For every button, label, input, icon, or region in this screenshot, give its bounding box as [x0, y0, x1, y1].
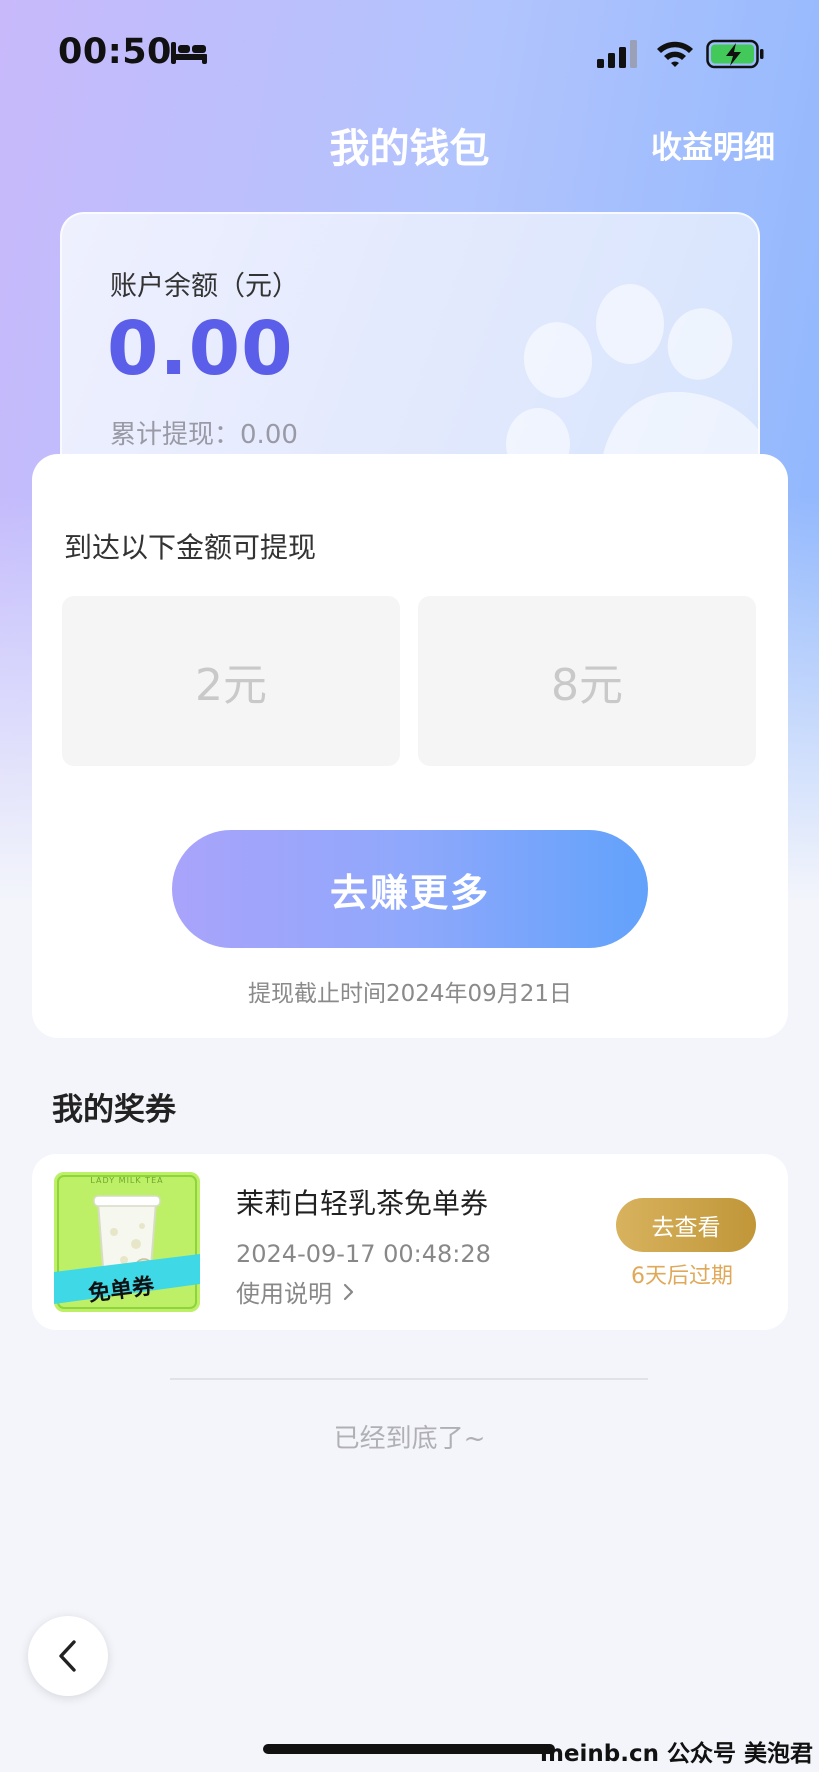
withdraw-deadline: 提现截止时间2024年09月21日	[247, 981, 573, 1007]
home-indicator	[263, 1744, 555, 1754]
earnings-detail-link[interactable]: 收益明细	[651, 122, 775, 167]
view-coupon-button[interactable]: 去查看	[616, 1198, 756, 1252]
wifi-icon	[657, 41, 693, 67]
sleep-focus-icon	[171, 42, 207, 64]
balance-label: 账户余额（元）	[110, 271, 299, 302]
list-end-divider	[170, 1378, 648, 1380]
withdraw-panel: 到达以下金额可提现 2元 8元 去赚更多 提现截止时间2024年09月21日	[32, 454, 788, 1038]
watermark: meinb.cn 公众号 美泡君	[539, 1741, 813, 1767]
status-time: 00:50	[58, 32, 172, 72]
status-bar: 00:50	[0, 0, 819, 110]
coupon-card: LADY MILK TEA 免单券 茉莉白轻乳茶免单券 2024-09-17 0…	[32, 1154, 788, 1330]
list-end-text: 已经到底了~	[333, 1424, 486, 1454]
chevron-left-icon	[59, 1640, 76, 1672]
coupon-time: 2024-09-17 00:48:28	[236, 1240, 491, 1268]
withdraw-option-2[interactable]: 2元	[62, 596, 400, 766]
balance-value: 0.00	[107, 306, 294, 392]
coupon-name: 茉莉白轻乳茶免单券	[236, 1187, 489, 1220]
earn-more-button[interactable]: 去赚更多	[172, 830, 648, 948]
chevron-right-icon	[343, 1283, 354, 1300]
coupons-section-title: 我的奖券	[52, 1092, 176, 1128]
withdrawn-label: 累计提现：	[110, 420, 241, 450]
coupon-expire-text: 6天后过期	[631, 1264, 733, 1289]
coupon-usage-label: 使用说明	[236, 1280, 332, 1308]
withdraw-option-8[interactable]: 8元	[418, 596, 756, 766]
total-withdrawn: 累计提现：0.00	[110, 414, 298, 451]
coupon-image-header: LADY MILK TEA	[90, 1176, 164, 1185]
battery-charging-icon	[706, 39, 764, 69]
withdrawn-value: 0.00	[240, 420, 298, 450]
withdraw-title: 到达以下金额可提现	[64, 531, 317, 564]
coupon-usage-link[interactable]: 使用说明	[236, 1274, 356, 1309]
cellular-signal-icon	[597, 40, 637, 68]
coupon-image: LADY MILK TEA 免单券	[54, 1172, 200, 1312]
back-button[interactable]	[28, 1616, 108, 1696]
